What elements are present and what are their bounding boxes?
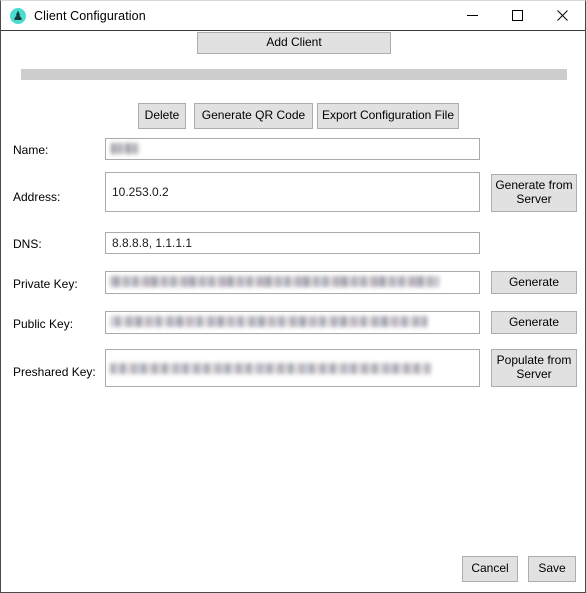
- window-title: Client Configuration: [34, 8, 146, 23]
- preshared-key-input[interactable]: [105, 349, 480, 387]
- private-key-generate-label: Generate: [508, 274, 560, 289]
- name-input[interactable]: [105, 138, 480, 160]
- title-bar: ♟ Client Configuration: [1, 1, 585, 31]
- client-list-bar[interactable]: [21, 69, 567, 80]
- dns-input[interactable]: [105, 232, 480, 254]
- private-key-label: Private Key:: [13, 277, 78, 291]
- name-label: Name:: [13, 143, 49, 157]
- populate-from-server-button[interactable]: Populate from Server: [491, 349, 577, 387]
- generate-from-server-label: Generate from Server: [495, 178, 573, 206]
- cancel-button[interactable]: Cancel: [462, 556, 518, 582]
- client-configuration-window: ♟ Client Configuration Add Client Delete…: [0, 0, 586, 593]
- public-key-label: Public Key:: [13, 317, 74, 331]
- public-key-input[interactable]: [105, 311, 480, 334]
- maximize-button[interactable]: [495, 1, 540, 30]
- close-icon: [557, 10, 568, 21]
- close-button[interactable]: [540, 1, 585, 30]
- generate-from-server-button[interactable]: Generate from Server: [491, 174, 577, 212]
- public-key-generate-label: Generate: [508, 314, 560, 329]
- address-input[interactable]: [105, 172, 480, 212]
- wireguard-icon-glyph: ♟: [12, 8, 24, 23]
- delete-button[interactable]: Delete: [138, 103, 186, 129]
- minimize-icon: [467, 15, 478, 16]
- private-key-generate-button[interactable]: Generate: [491, 271, 577, 294]
- generate-qr-code-button[interactable]: Generate QR Code: [194, 103, 313, 129]
- dns-label: DNS:: [13, 237, 42, 251]
- maximize-icon: [512, 10, 523, 21]
- private-key-input[interactable]: [105, 271, 480, 294]
- window-controls: [450, 1, 585, 30]
- dialog-content: Add Client Delete Generate QR Code Expor…: [1, 30, 585, 592]
- preshared-key-label: Preshared Key:: [13, 365, 96, 379]
- save-button[interactable]: Save: [528, 556, 576, 582]
- address-label: Address:: [13, 190, 61, 204]
- add-client-button[interactable]: Add Client: [197, 32, 391, 54]
- export-configuration-file-button[interactable]: Export Configuration File: [317, 103, 459, 129]
- minimize-button[interactable]: [450, 1, 495, 30]
- public-key-generate-button[interactable]: Generate: [491, 311, 577, 334]
- populate-from-server-label: Populate from Server: [496, 353, 572, 381]
- wireguard-icon: ♟: [10, 7, 26, 24]
